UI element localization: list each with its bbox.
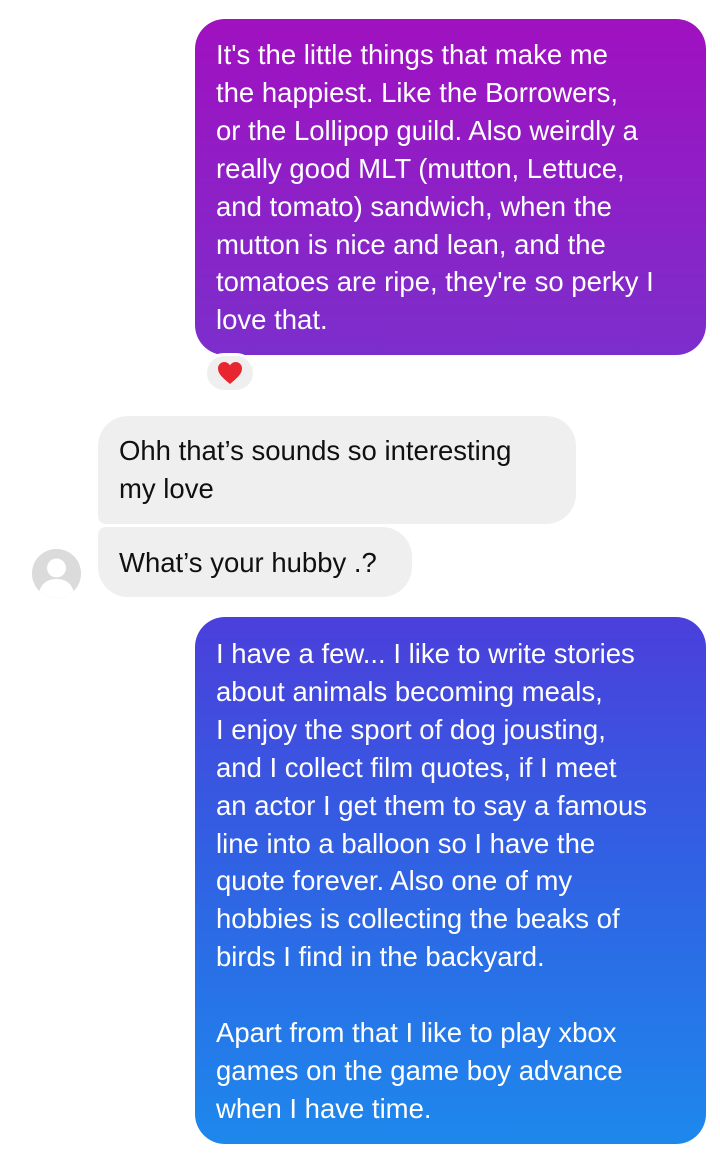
outgoing-message-bubble[interactable]: I have a few... I like to write stories …	[195, 617, 706, 1144]
incoming-message-bubble[interactable]: Ohh that’s sounds so interesting my love	[98, 416, 576, 524]
heart-icon	[218, 362, 242, 384]
outgoing-message-bubble[interactable]: It's the little things that make me the …	[195, 19, 706, 355]
default-profile-icon	[32, 549, 81, 598]
avatar[interactable]	[32, 549, 81, 598]
message-reaction-badge[interactable]	[204, 353, 256, 393]
message-paragraph: I have a few... I like to write stories …	[216, 638, 648, 973]
message-paragraph: Apart from that I like to play xbox game…	[216, 1017, 623, 1124]
incoming-message-bubble[interactable]: What’s your hubby .?	[98, 527, 412, 597]
